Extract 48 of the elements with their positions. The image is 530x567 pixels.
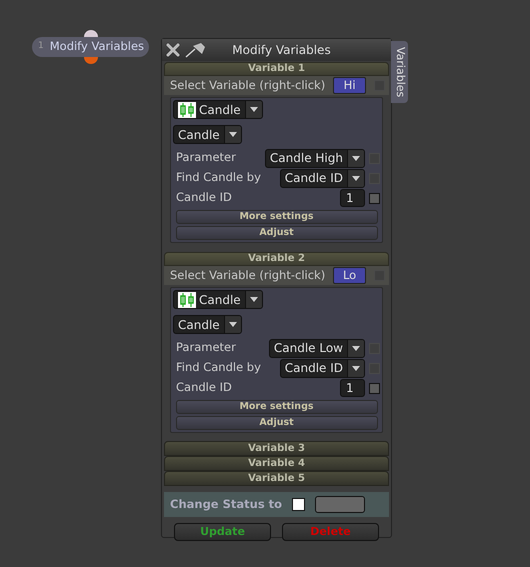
- caret-icon: [228, 322, 237, 327]
- window-title: Modify Variables: [231, 42, 332, 59]
- node-number: 1: [38, 40, 44, 54]
- panel-button[interactable]: More settings: [176, 400, 378, 414]
- field-label: Parameter: [176, 149, 237, 166]
- field-label: Parameter: [176, 339, 237, 356]
- subtype-dropdown[interactable]: Candle: [173, 315, 242, 334]
- panel-button[interactable]: More settings: [176, 210, 378, 224]
- type-dropdown[interactable]: Candle: [173, 290, 263, 309]
- section-header[interactable]: Variable 4: [164, 456, 389, 471]
- checkbox[interactable]: [369, 382, 380, 394]
- select-label: Select Variable (right-click): [170, 76, 326, 94]
- caret-icon: [352, 176, 360, 180]
- subtype-dropdown[interactable]: Candle: [173, 125, 242, 144]
- caret-icon: [352, 346, 360, 350]
- panel-button[interactable]: Adjust: [176, 416, 378, 430]
- candlestick-icon: [178, 102, 196, 118]
- type-dropdown[interactable]: Candle: [173, 100, 263, 119]
- number-field[interactable]: 1: [340, 189, 365, 207]
- caret-icon: [352, 156, 360, 160]
- caret-icon: [250, 297, 258, 302]
- status-field[interactable]: [315, 496, 366, 513]
- variable-button[interactable]: Lo: [333, 267, 366, 284]
- checkbox[interactable]: [292, 498, 306, 511]
- caret-icon: [228, 132, 237, 137]
- section-header[interactable]: Variable 5: [164, 471, 389, 486]
- pin-icon[interactable]: [184, 42, 206, 58]
- select-label: Select Variable (right-click): [170, 266, 326, 284]
- update-button[interactable]: Update: [174, 523, 271, 541]
- number-field[interactable]: 1: [340, 379, 365, 397]
- variable-button[interactable]: Hi: [333, 77, 366, 94]
- field-label: Find Candle by: [176, 169, 262, 186]
- panel-button[interactable]: Adjust: [176, 226, 378, 240]
- caret-icon: [352, 366, 360, 370]
- field-label: Find Candle by: [176, 359, 262, 376]
- field-label: Candle ID: [176, 189, 233, 206]
- close-icon[interactable]: [166, 43, 180, 57]
- candlestick-icon: [178, 292, 196, 308]
- caret-icon: [250, 107, 258, 112]
- side-tab[interactable]: Variables: [391, 41, 408, 103]
- section-header[interactable]: Variable 3: [164, 441, 389, 456]
- status-label: Change Status to: [170, 496, 282, 513]
- checkbox[interactable]: [369, 192, 380, 204]
- field-label: Candle ID: [176, 379, 233, 396]
- node-card[interactable]: 1 Modify Variables: [32, 37, 149, 57]
- node-label: Modify Variables: [50, 38, 144, 56]
- section-header[interactable]: Variable 2: [164, 252, 389, 266]
- section-header[interactable]: Variable 1: [164, 62, 389, 76]
